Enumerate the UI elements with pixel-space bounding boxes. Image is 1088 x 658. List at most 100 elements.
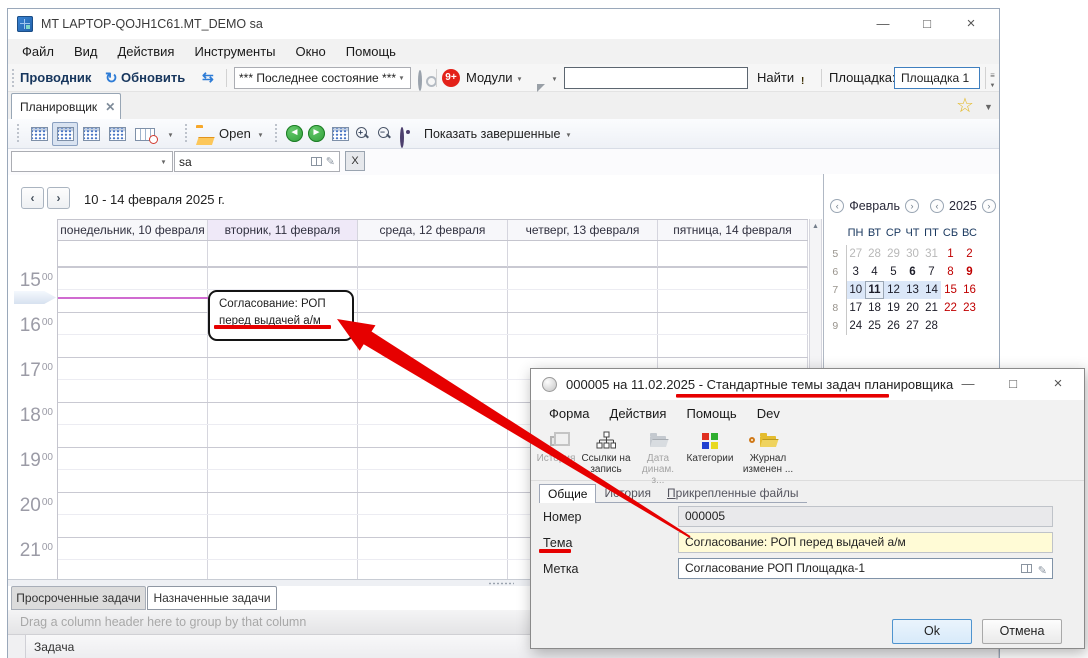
- splitter-handle[interactable]: [488, 582, 514, 585]
- mini-calendar-day[interactable]: 1: [941, 245, 960, 263]
- mini-calendar-day[interactable]: 5: [884, 263, 903, 281]
- day-header-thursday[interactable]: четверг, 13 февраля: [508, 220, 658, 240]
- day-header-wednesday[interactable]: среда, 12 февраля: [358, 220, 508, 240]
- tab-close-icon[interactable]: ✕: [105, 100, 115, 114]
- ok-button[interactable]: Ok: [892, 619, 972, 644]
- open-button[interactable]: Open: [219, 126, 251, 141]
- mini-calendar-day[interactable]: 27: [846, 245, 865, 263]
- mini-calendar-day[interactable]: 12: [884, 281, 903, 299]
- mini-calendar-day[interactable]: 31: [922, 245, 941, 263]
- next-month-icon[interactable]: ›: [905, 199, 919, 213]
- maximize-button[interactable]: □: [910, 9, 944, 38]
- tab-assigned-tasks[interactable]: Назначенные задачи: [147, 586, 277, 610]
- day-header-monday[interactable]: понедельник, 10 февраля: [58, 220, 208, 240]
- prev-month-icon[interactable]: ‹: [830, 199, 844, 213]
- mini-calendar-day[interactable]: 25: [865, 317, 884, 335]
- mini-calendar-day[interactable]: 28: [922, 317, 941, 335]
- mini-calendar-day[interactable]: 30: [903, 245, 922, 263]
- menu-file[interactable]: Файл: [12, 39, 64, 64]
- toolbar-grip[interactable]: [11, 68, 15, 87]
- scroll-up-icon[interactable]: ▲: [810, 219, 821, 230]
- chevron-down-icon[interactable]: ▼: [516, 76, 522, 83]
- refresh-icon[interactable]: ↻: [105, 69, 118, 87]
- mini-calendar-day[interactable]: 6: [903, 263, 922, 281]
- filter-combobox[interactable]: ▼: [11, 151, 173, 172]
- dialog-close-button[interactable]: ×: [1041, 369, 1075, 399]
- mini-calendar-day[interactable]: 24: [846, 317, 865, 335]
- mini-calendar-day[interactable]: 28: [865, 245, 884, 263]
- notification-badge[interactable]: 9+: [442, 69, 460, 87]
- next-year-icon[interactable]: ›: [982, 199, 996, 213]
- chevron-down-icon[interactable]: ▼: [565, 132, 571, 139]
- show-completed-button[interactable]: Показать завершенные: [424, 127, 560, 141]
- mini-calendar-day[interactable]: 21: [922, 299, 941, 317]
- categories-button[interactable]: Категории: [683, 429, 737, 464]
- book-icon[interactable]: [311, 157, 322, 166]
- dialog-menu-help[interactable]: Помощь: [676, 401, 746, 426]
- subject-field[interactable]: Согласование: РОП перед выдачей а/м: [678, 532, 1053, 553]
- mini-calendar-day[interactable]: 18: [865, 299, 884, 317]
- menu-view[interactable]: Вид: [64, 39, 108, 64]
- dialog-menu-actions[interactable]: Действия: [600, 401, 677, 426]
- work-week-view-button[interactable]: [78, 122, 104, 146]
- mini-calendar-day[interactable]: 16: [960, 281, 979, 299]
- filter-text-input[interactable]: sa ✎: [174, 151, 340, 172]
- forward-button[interactable]: ►: [308, 125, 325, 142]
- timeline-view-button[interactable]: [130, 122, 160, 146]
- mini-calendar-day[interactable]: 20: [903, 299, 922, 317]
- dialog-tab-general[interactable]: Общие: [539, 484, 596, 503]
- day-view-button[interactable]: [26, 122, 52, 146]
- mini-calendar-day[interactable]: 26: [884, 317, 903, 335]
- mini-calendar-day[interactable]: 29: [884, 245, 903, 263]
- minimize-button[interactable]: —: [866, 9, 900, 38]
- explorer-button[interactable]: Проводник: [20, 70, 91, 85]
- menu-window[interactable]: Окно: [286, 39, 336, 64]
- toolbar-grip[interactable]: [16, 123, 20, 144]
- back-button[interactable]: ◄: [286, 125, 303, 142]
- chevron-down-icon[interactable]: ▼: [551, 76, 557, 83]
- swap-icon[interactable]: ⇆: [202, 69, 214, 86]
- prev-week-button[interactable]: ‹: [21, 187, 44, 209]
- modules-button[interactable]: Модули: [466, 70, 513, 85]
- refresh-button[interactable]: Обновить: [121, 70, 185, 85]
- chevron-down-icon[interactable]: ▼: [167, 132, 173, 139]
- mini-calendar-day[interactable]: 27: [903, 317, 922, 335]
- tab-overdue-tasks[interactable]: Просроченные задачи: [11, 586, 146, 610]
- find-button[interactable]: Найти: [757, 70, 794, 85]
- dialog-menu-dev[interactable]: Dev: [747, 401, 790, 426]
- pencil-icon[interactable]: ✎: [326, 155, 335, 168]
- search-input[interactable]: [564, 67, 748, 89]
- dialog-tab-history[interactable]: История: [596, 484, 659, 503]
- mini-calendar-day[interactable]: 11: [865, 281, 884, 299]
- cancel-button[interactable]: Отмена: [982, 619, 1062, 644]
- next-week-button[interactable]: ›: [47, 187, 70, 209]
- prev-year-icon[interactable]: ‹: [930, 199, 944, 213]
- mini-calendar-day[interactable]: 2: [960, 245, 979, 263]
- menu-actions[interactable]: Действия: [108, 39, 185, 64]
- close-button[interactable]: ×: [954, 9, 988, 38]
- toolbar-grip[interactable]: [274, 123, 278, 144]
- dialog-menu-form[interactable]: Форма: [539, 401, 600, 426]
- dialog-minimize-button[interactable]: —: [951, 369, 985, 399]
- mini-calendar-day[interactable]: 7: [922, 263, 941, 281]
- chevron-down-icon[interactable]: ▼: [984, 102, 993, 112]
- mini-calendar-day[interactable]: 19: [884, 299, 903, 317]
- site-combobox[interactable]: Площадка 1: [894, 67, 980, 89]
- mini-calendar-day[interactable]: 8: [941, 263, 960, 281]
- record-links-button[interactable]: Ссылки на запись: [579, 429, 633, 475]
- mini-calendar-day[interactable]: 15: [941, 281, 960, 299]
- tag-field[interactable]: Согласование РОП Площадка-1 ✎: [678, 558, 1053, 579]
- chevron-down-icon[interactable]: ▼: [257, 132, 263, 139]
- mini-calendar-day[interactable]: 22: [941, 299, 960, 317]
- menu-help[interactable]: Помощь: [336, 39, 406, 64]
- eye-icon[interactable]: [400, 127, 404, 148]
- pencil-icon[interactable]: ✎: [1038, 562, 1047, 581]
- menu-tools[interactable]: Инструменты: [184, 39, 285, 64]
- mini-calendar-day[interactable]: 3: [846, 263, 865, 281]
- mini-calendar-day[interactable]: 4: [865, 263, 884, 281]
- mini-calendar-day[interactable]: 14: [922, 281, 941, 299]
- favorite-star-icon[interactable]: ☆: [956, 93, 974, 118]
- calendar-event[interactable]: Согласование: РОП перед выдачей а/м: [208, 290, 354, 341]
- mini-calendar-day[interactable]: 17: [846, 299, 865, 317]
- clear-filter-button[interactable]: X: [345, 151, 365, 171]
